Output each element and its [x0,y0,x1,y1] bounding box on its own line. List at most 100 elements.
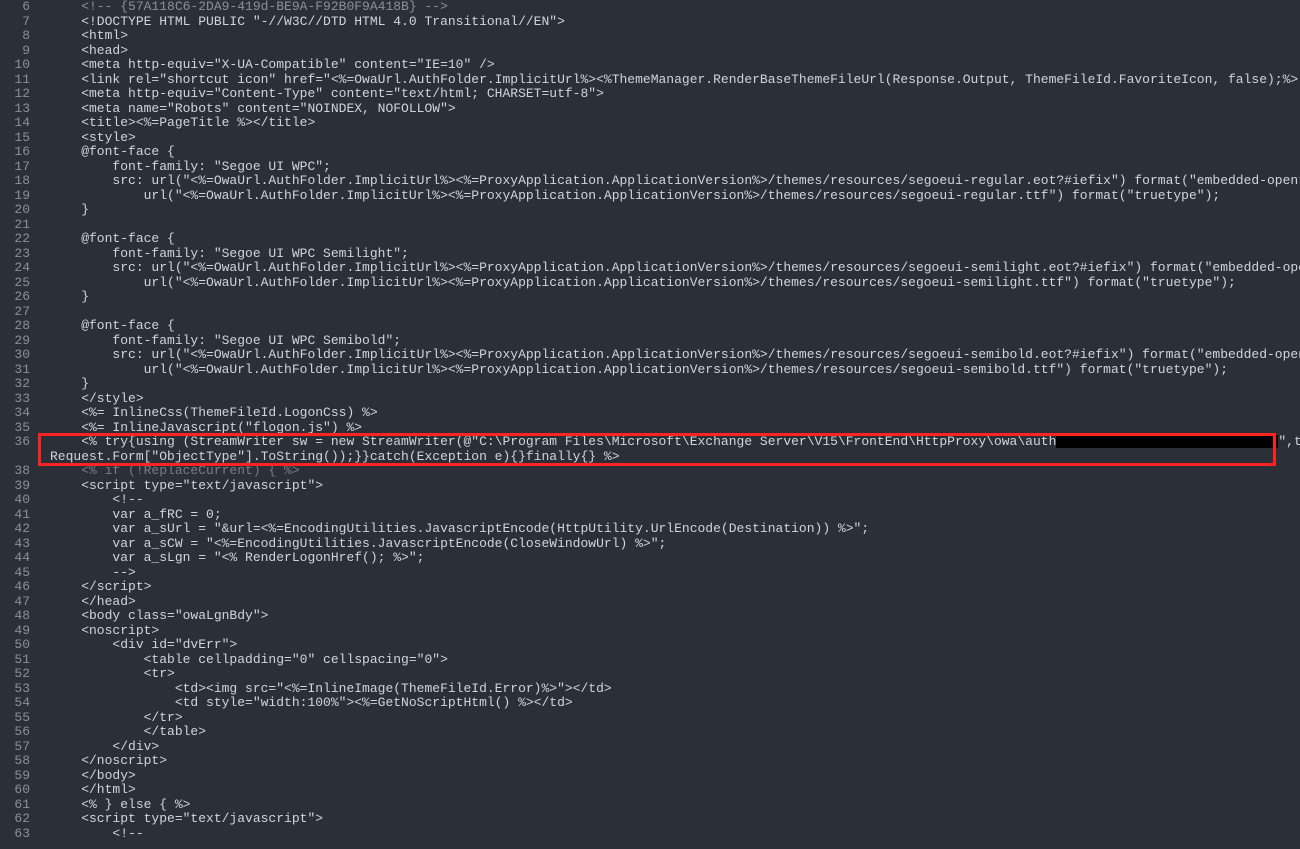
code-line[interactable]: </body> [38,769,1300,784]
code-line[interactable]: src: url("<%=OwaUrl.AuthFolder.ImplicitU… [38,261,1300,276]
code-line[interactable]: font-family: "Segoe UI WPC Semilight"; [38,247,1300,262]
code-line[interactable]: var a_fRC = 0; [38,508,1300,523]
code-area[interactable]: <!-- {57A118C6-2DA9-419d-BE9A-F92B0F9A41… [38,0,1300,849]
code-line[interactable]: </tr> [38,711,1300,726]
code-line[interactable]: <td><img src="<%=InlineImage(ThemeFileId… [38,682,1300,697]
code-line[interactable]: <body class="owaLgnBdy"> [38,609,1300,624]
line-number: 23 [0,247,30,262]
code-line[interactable]: <meta name="Robots" content="NOINDEX, NO… [38,102,1300,117]
code-line[interactable] [38,218,1300,233]
code-line[interactable]: src: url("<%=OwaUrl.AuthFolder.ImplicitU… [38,348,1300,363]
code-line[interactable]: var a_sCW = "<%=EncodingUtilities.Javasc… [38,537,1300,552]
line-number: 27 [0,305,30,320]
code-line[interactable]: <meta http-equiv="X-UA-Compatible" conte… [38,58,1300,73]
code-line[interactable]: } [38,203,1300,218]
code-line[interactable]: <tr> [38,667,1300,682]
code-line[interactable]: <%= InlineJavascript("flogon.js") %> [38,421,1300,436]
code-line[interactable]: src: url("<%=OwaUrl.AuthFolder.ImplicitU… [38,174,1300,189]
code-line[interactable]: <% try{using (StreamWriter sw = new Stre… [38,435,1300,450]
code-line[interactable]: </head> [38,595,1300,610]
line-number: 25 [0,276,30,291]
line-number: 16 [0,145,30,160]
code-line[interactable]: } [38,377,1300,392]
line-number: 7 [0,15,30,30]
code-line[interactable]: <noscript> [38,624,1300,639]
code-line[interactable] [38,305,1300,320]
code-line[interactable]: @font-face { [38,145,1300,160]
code-line[interactable]: <!-- [38,827,1300,842]
code-line[interactable]: <table cellpadding="0" cellspacing="0"> [38,653,1300,668]
code-line[interactable]: url("<%=OwaUrl.AuthFolder.ImplicitUrl%><… [38,276,1300,291]
code-line[interactable]: --> [38,566,1300,581]
line-number: 43 [0,537,30,552]
code-line[interactable]: url("<%=OwaUrl.AuthFolder.ImplicitUrl%><… [38,363,1300,378]
code-line[interactable]: <!DOCTYPE HTML PUBLIC "-//W3C//DTD HTML … [38,15,1300,30]
code-line[interactable]: <% if (!ReplaceCurrent) { %> [38,464,1300,479]
line-number: 29 [0,334,30,349]
code-line[interactable]: } [38,290,1300,305]
code-line[interactable]: <style> [38,131,1300,146]
line-number: 9 [0,44,30,59]
code-line[interactable]: </table> [38,725,1300,740]
line-number: 35 [0,421,30,436]
code-line[interactable]: </script> [38,580,1300,595]
code-line[interactable]: font-family: "Segoe UI WPC Semibold"; [38,334,1300,349]
line-number: 58 [0,754,30,769]
line-number-gutter: 6789101112131415161718192021222324252627… [0,0,38,849]
line-number: 46 [0,580,30,595]
redacted-block [1056,435,1278,448]
line-number: 62 [0,812,30,827]
line-number: 14 [0,116,30,131]
code-line[interactable]: <div id="dvErr"> [38,638,1300,653]
code-line[interactable]: url("<%=OwaUrl.AuthFolder.ImplicitUrl%><… [38,189,1300,204]
code-line[interactable]: <% } else { %> [38,798,1300,813]
line-number: 41 [0,508,30,523]
line-number: 33 [0,392,30,407]
code-line[interactable]: </style> [38,392,1300,407]
code-line[interactable]: </noscript> [38,754,1300,769]
line-number: 28 [0,319,30,334]
line-number: 56 [0,725,30,740]
code-line[interactable]: <html> [38,29,1300,44]
line-number: 8 [0,29,30,44]
line-number: 21 [0,218,30,233]
code-line[interactable]: <link rel="shortcut icon" href="<%=OwaUr… [38,73,1300,88]
line-number: 48 [0,609,30,624]
line-number: 38 [0,464,30,479]
line-number: 31 [0,363,30,378]
line-number: 15 [0,131,30,146]
line-number: 53 [0,682,30,697]
code-line[interactable]: @font-face { [38,232,1300,247]
line-number: 52 [0,667,30,682]
line-number: 13 [0,102,30,117]
code-line[interactable]: <script type="text/javascript"> [38,812,1300,827]
line-number: 51 [0,653,30,668]
line-number: 11 [0,73,30,88]
line-number: 24 [0,261,30,276]
code-editor[interactable]: 6789101112131415161718192021222324252627… [0,0,1300,849]
code-line[interactable]: @font-face { [38,319,1300,334]
line-number: 6 [0,0,30,15]
line-number: 47 [0,595,30,610]
code-line[interactable]: var a_sLgn = "<% RenderLogonHref(); %>"; [38,551,1300,566]
code-line[interactable]: <meta http-equiv="Content-Type" content=… [38,87,1300,102]
code-line[interactable]: </div> [38,740,1300,755]
line-number: 54 [0,696,30,711]
code-line[interactable]: </html> [38,783,1300,798]
line-number: 30 [0,348,30,363]
line-number: 55 [0,711,30,726]
code-line[interactable]: <head> [38,44,1300,59]
code-line[interactable]: var a_sUrl = "&url=<%=EncodingUtilities.… [38,522,1300,537]
code-line[interactable]: Request.Form["ObjectType"].ToString());}… [38,450,1300,465]
code-line[interactable]: <title><%=PageTitle %></title> [38,116,1300,131]
code-line[interactable]: <%= InlineCss(ThemeFileId.LogonCss) %> [38,406,1300,421]
code-line[interactable]: <td style="width:100%"><%=GetNoScriptHtm… [38,696,1300,711]
code-line[interactable]: <!-- {57A118C6-2DA9-419d-BE9A-F92B0F9A41… [38,0,1300,15]
code-line[interactable]: <script type="text/javascript"> [38,479,1300,494]
line-number: 42 [0,522,30,537]
line-number: 45 [0,566,30,581]
line-number: 50 [0,638,30,653]
line-number: 44 [0,551,30,566]
code-line[interactable]: font-family: "Segoe UI WPC"; [38,160,1300,175]
code-line[interactable]: <!-- [38,493,1300,508]
